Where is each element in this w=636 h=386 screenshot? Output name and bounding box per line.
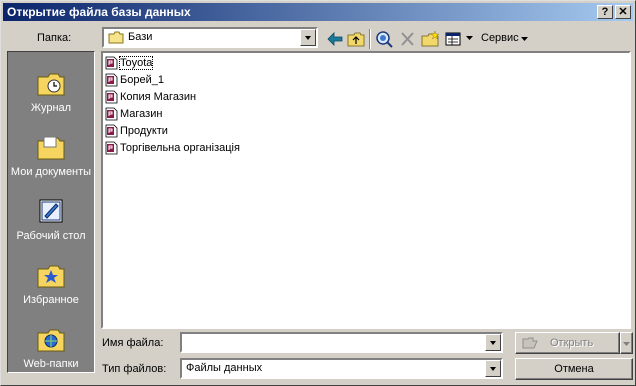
access-file-icon [105,90,118,104]
place-my-documents[interactable]: Мои документы [8,124,94,186]
filename-label: Имя файла: [102,337,164,349]
delete-icon[interactable] [398,30,418,48]
file-name: Toyota [118,56,154,70]
my-documents-icon [37,136,65,160]
file-list[interactable]: Toyota Борей_1 Копия Магазин Магазин Про… [101,51,631,329]
folder-select-value: Бази [128,31,153,43]
access-file-icon [105,124,118,138]
place-label-favorites: Избранное [23,294,79,306]
file-name: Борей_1 [120,74,164,86]
help-button[interactable]: ? [597,5,613,19]
favorites-icon [37,265,65,288]
access-file-icon [105,141,118,155]
place-web-folders[interactable]: Web-папки [8,316,94,378]
web-folders-icon [37,329,65,352]
place-label-my-documents: Мои документы [10,166,92,178]
up-one-level-icon[interactable] [346,30,366,48]
views-icon[interactable] [444,30,464,48]
access-file-icon [105,107,118,121]
file-name: Торгівельна організація [120,142,240,154]
window-title: Открытие файла базы данных [7,5,191,19]
search-web-icon[interactable] [374,30,394,48]
place-label-web-folders: Web-папки [23,358,79,370]
open-button-label: Открыть [550,337,594,349]
folder-icon [108,31,124,44]
views-dropdown-arrow-icon[interactable] [466,36,473,41]
place-desktop[interactable]: Рабочий стол [8,188,94,250]
new-folder-icon[interactable] [420,30,440,48]
file-name: Копия Магазин [120,91,197,103]
desktop-icon [39,199,63,223]
open-button[interactable]: Открыть [515,332,620,354]
places-bar: Журнал Мои документы Рабочий стол Избран… [7,51,95,373]
place-favorites[interactable]: Избранное [8,252,94,314]
folder-label-text: Папка: [37,32,72,44]
place-label-desktop: Рабочий стол [16,230,86,242]
file-name: Магазин [120,108,163,120]
access-file-icon [105,73,118,87]
history-icon [37,73,65,96]
folder-select[interactable]: Бази [102,27,318,48]
title-bar[interactable]: Открытие файла базы данных ? ✕ [3,3,633,21]
open-database-dialog: Открытие файла базы данных ? ✕ Папка: Ба… [0,0,636,386]
service-menu-label: Сервис [481,32,519,44]
filetype-select[interactable]: Файлы данных [180,358,503,379]
filetype-label: Тип файлов: [102,363,167,375]
filetype-dropdown-arrow-icon[interactable] [485,360,501,377]
folder-label: Папка: [37,32,71,44]
open-options-arrow-icon [623,342,630,346]
cancel-button[interactable]: Отмена [515,358,633,380]
file-name: Продукти [120,125,168,137]
place-history[interactable]: Журнал [8,60,94,122]
toolbar-separator [369,29,371,49]
back-arrow-icon[interactable] [325,30,345,48]
service-menu[interactable]: Сервис [481,32,519,44]
filename-dropdown-arrow-icon[interactable] [485,334,501,351]
chevron-down-icon[interactable] [300,29,316,46]
service-dropdown-arrow-icon[interactable] [521,37,528,42]
filename-input[interactable] [180,332,503,353]
access-file-icon [105,56,118,70]
open-options-button[interactable] [620,332,633,354]
close-button[interactable]: ✕ [615,5,631,19]
place-label-history: Журнал [30,102,72,114]
open-folder-icon [522,337,538,349]
filetype-select-value: Файлы данных [186,362,263,374]
